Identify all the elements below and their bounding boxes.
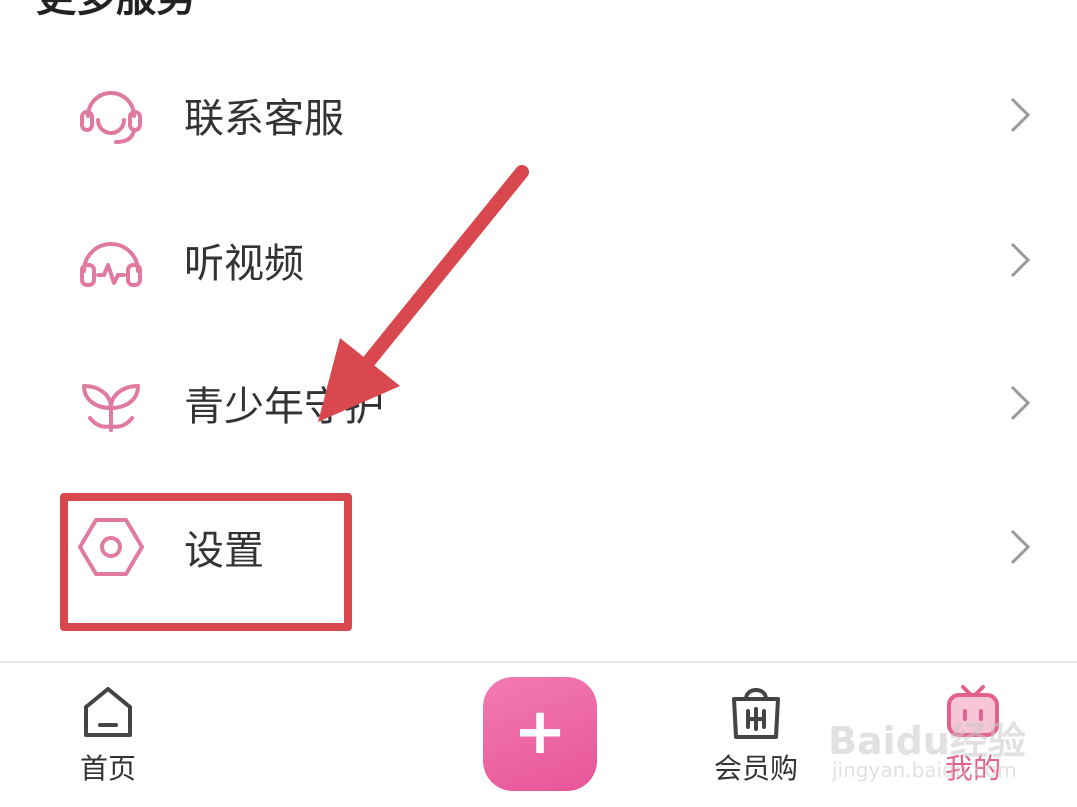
tab-member-shop[interactable]: 会员购: [706, 681, 806, 787]
home-icon: [84, 687, 132, 737]
chevron-right-icon: [1010, 529, 1031, 565]
headset-service-icon: [80, 91, 142, 144]
chevron-right-icon: [1010, 242, 1031, 278]
tab-member-shop-label: 会员购: [713, 752, 798, 785]
annotation-highlight-box: [60, 493, 352, 631]
headphones-icon: [80, 242, 142, 287]
menu-label: 联系客服: [184, 96, 344, 142]
tab-home[interactable]: 首页: [68, 681, 148, 787]
plus-icon: +: [513, 695, 567, 769]
sprout-icon: [82, 384, 140, 432]
chevron-right-icon: [1010, 97, 1031, 133]
menu-label: 听视频: [184, 241, 304, 287]
watermark-sub: jingyan.baidu.com: [832, 758, 1017, 782]
section-title: 更多服务: [36, 0, 196, 18]
annotation-arrow-icon: [318, 165, 529, 422]
watermark-text: Baidu经验: [828, 719, 1026, 763]
add-button[interactable]: +: [483, 677, 597, 791]
shopping-bag-icon: [732, 688, 780, 739]
tab-home-label: 首页: [79, 752, 136, 785]
baidu-watermark: Baidu经验 jingyan.baidu.com: [828, 688, 1028, 788]
chevron-right-icon: [1010, 385, 1031, 421]
